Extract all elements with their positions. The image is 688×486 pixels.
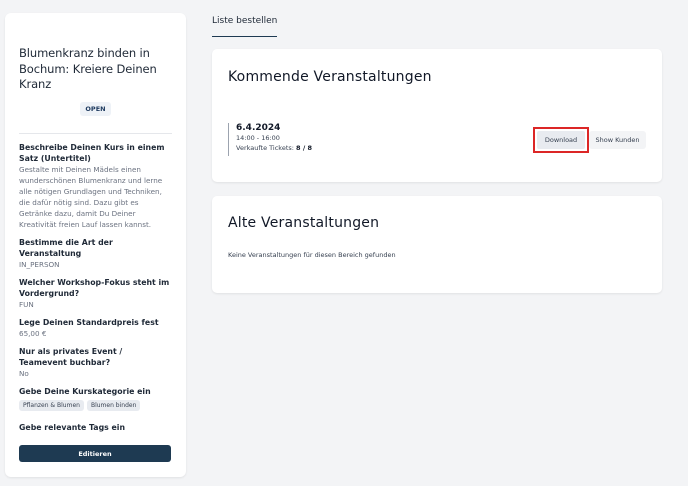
category-tag: Pflanzen & Blumen <box>19 399 84 411</box>
tab-order-list[interactable]: Liste bestellen <box>212 16 277 26</box>
field-value: No <box>19 368 29 378</box>
field-value: FUN <box>19 299 34 309</box>
tickets-label: Verkaufte Tickets: <box>236 144 294 152</box>
upcoming-events-card: Kommende Veranstaltungen 6.4.2024 14:00 … <box>212 49 662 182</box>
field-price: Lege Deinen Standardpreis fest 65,00 € <box>19 317 172 339</box>
event-date: 6.4.2024 <box>236 123 281 133</box>
event-item: 6.4.2024 14:00 - 16:00 Verkaufte Tickets… <box>228 123 312 156</box>
past-events-title: Alte Veranstaltungen <box>228 215 380 231</box>
field-workshop-focus: Welcher Workshop-Fokus steht im Vordergr… <box>19 277 172 310</box>
field-label: Gebe relevante Tags ein <box>19 422 126 432</box>
field-value: IN_PERSON <box>19 259 60 269</box>
tickets-value: 8 / 8 <box>296 144 312 152</box>
field-label: Welcher Workshop-Fokus steht im Vordergr… <box>19 277 170 298</box>
field-tags: Gebe relevante Tags ein <box>19 422 172 433</box>
field-value: 65,00 € <box>19 328 47 338</box>
field-subtitle: Beschreibe Deinen Kurs in einem Satz (Un… <box>19 142 172 230</box>
field-label: Bestimme die Art der Veranstaltung <box>19 237 113 258</box>
page: Blumenkranz binden in Bochum: Kreiere De… <box>0 0 688 486</box>
field-label: Beschreibe Deinen Kurs in einem Satz (Un… <box>19 142 165 163</box>
sidebar-divider <box>19 132 172 134</box>
show-customers-button[interactable]: Show Kunden <box>589 131 646 149</box>
field-event-type: Bestimme die Art der Veranstaltung IN_PE… <box>19 237 172 270</box>
field-category: Gebe Deine Kurskategorie ein Pflanzen & … <box>19 386 172 411</box>
past-events-card: Alte Veranstaltungen Keine Veranstaltung… <box>212 196 662 293</box>
event-time: 14:00 - 16:00 <box>236 134 280 142</box>
status-wrap: OPEN <box>19 96 172 116</box>
event-tickets: Verkaufte Tickets: 8 / 8 <box>236 143 312 153</box>
category-tag: Blumen binden <box>86 399 141 411</box>
course-title: Blumenkranz binden in Bochum: Kreiere De… <box>19 46 157 91</box>
course-sidebar: Blumenkranz binden in Bochum: Kreiere De… <box>5 13 186 477</box>
field-value: Gestalte mit Deinen Mädels einen wunders… <box>19 164 163 229</box>
field-label: Gebe Deine Kurskategorie ein <box>19 386 151 396</box>
empty-state-text: Keine Veranstaltungen für diesen Bereich… <box>228 251 396 259</box>
category-tags: Pflanzen & Blumen Blumen binden <box>19 399 172 411</box>
field-label: Nur als privates Event / Teamevent buchb… <box>19 346 123 367</box>
field-private-event: Nur als privates Event / Teamevent buchb… <box>19 346 172 379</box>
status-badge: OPEN <box>80 101 111 116</box>
tab-underline <box>212 36 277 37</box>
field-label: Lege Deinen Standardpreis fest <box>19 317 159 327</box>
upcoming-events-title: Kommende Veranstaltungen <box>228 69 432 85</box>
download-button-highlight: Download <box>533 127 589 153</box>
download-button[interactable]: Download <box>537 131 585 149</box>
edit-button[interactable]: Editieren <box>19 445 171 462</box>
